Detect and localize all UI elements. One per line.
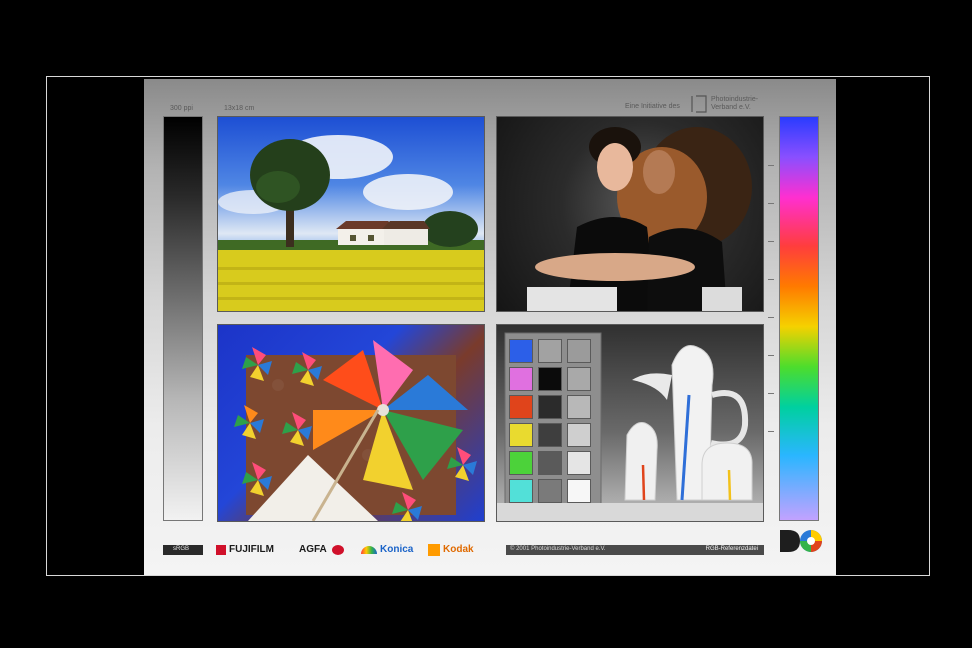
color-chip (538, 395, 562, 419)
color-chip (509, 367, 533, 391)
pinwheels-photo (217, 324, 485, 522)
ppi-label: 300 ppi (170, 105, 193, 112)
fujifilm-logo: FUJIFILM (229, 544, 274, 555)
color-chip (538, 367, 562, 391)
monitor-screen: 300 ppi 13x18 cm Eine Initiative des Pho… (46, 76, 930, 576)
reference-label: RGB-Referenzdatei (705, 546, 758, 552)
scale-tick (768, 165, 774, 166)
scale-tick (768, 393, 774, 394)
kodak-logo: Kodak (443, 544, 474, 555)
color-chip (538, 451, 562, 475)
agfa-logo: AGFA (299, 544, 327, 555)
color-chip (509, 395, 533, 419)
srgb-label: sRGB (173, 546, 190, 552)
org-line-2: Verband e.V. (711, 104, 751, 111)
still-life-photo (496, 324, 764, 522)
right-dark-margin (836, 77, 929, 575)
color-chip (538, 423, 562, 447)
color-chip (509, 451, 533, 475)
scale-tick (768, 279, 774, 280)
scale-tick (768, 241, 774, 242)
copyright-label: © 2001 Photoindustrie-Verband e.V. (510, 546, 606, 552)
color-chip (567, 451, 591, 475)
left-dark-margin (47, 77, 144, 575)
kodak-k-icon (428, 544, 440, 556)
color-chip-chart (509, 339, 599, 509)
dq-logo-icon (778, 527, 824, 555)
fujifilm-mark-icon (216, 545, 226, 555)
test-image-canvas: 300 ppi 13x18 cm Eine Initiative des Pho… (144, 79, 836, 575)
color-chip (567, 395, 591, 419)
scale-tick (768, 203, 774, 204)
color-chip (538, 479, 562, 503)
pv-logo-icon (691, 95, 707, 113)
size-label: 13x18 cm (224, 105, 255, 112)
scale-tick (768, 431, 774, 432)
brand-logos-row: FUJIFILM AGFA Konica Kodak (216, 544, 506, 556)
org-line-1: Photoindustrie- (711, 96, 759, 103)
konica-logo: Konica (380, 544, 414, 555)
color-chip (567, 423, 591, 447)
scale-tick-marks (768, 165, 776, 465)
color-chip (567, 479, 591, 503)
color-chip (509, 479, 533, 503)
landscape-photo (217, 116, 485, 312)
scale-tick (768, 317, 774, 318)
portrait-photo (496, 116, 764, 312)
spectrum-gradient-strip (779, 116, 819, 521)
org-name: Photoindustrie- Verband e.V. (711, 96, 758, 112)
color-chip (509, 423, 533, 447)
reference-bar: © 2001 Photoindustrie-Verband e.V. RGB-R… (506, 545, 764, 555)
srgb-bar: sRGB (163, 545, 203, 555)
color-chip (567, 367, 591, 391)
scale-tick (768, 355, 774, 356)
agfa-rhombus-icon (332, 545, 344, 555)
color-chip (538, 339, 562, 363)
grayscale-gradient-strip (163, 116, 203, 521)
color-chip (567, 339, 591, 363)
color-chip (509, 339, 533, 363)
initiative-label: Eine Initiative des (625, 103, 680, 110)
konica-rainbow-icon (361, 546, 377, 554)
